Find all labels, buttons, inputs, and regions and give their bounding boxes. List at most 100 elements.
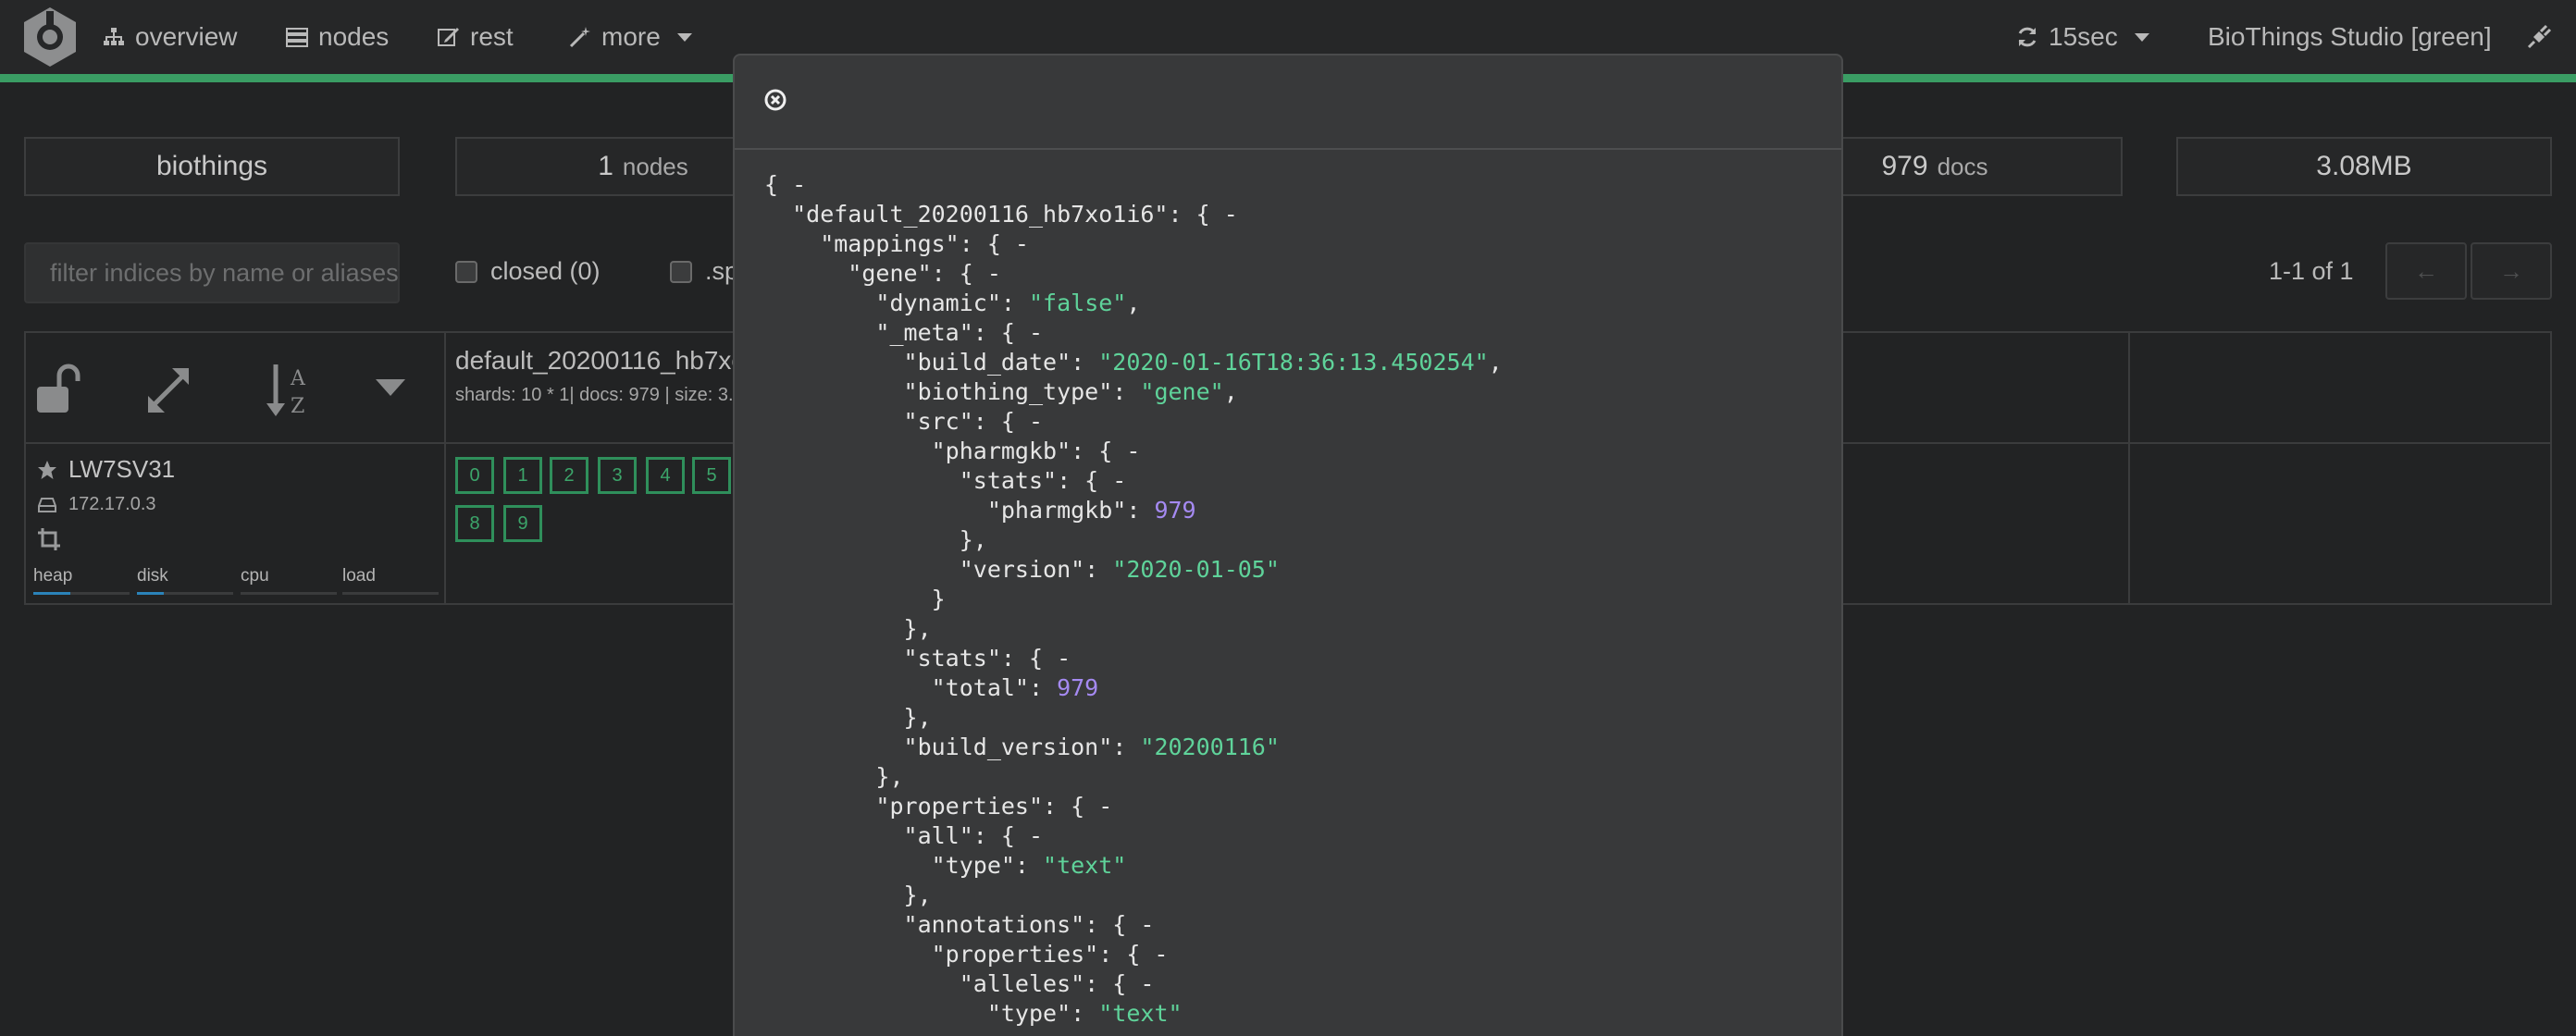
- expand-icon[interactable]: [144, 361, 192, 416]
- json-line: "pharmgkb": 979: [764, 496, 1503, 525]
- json-token: "properties": { -: [764, 941, 1169, 968]
- json-string-value: "text": [1043, 852, 1127, 879]
- size-value: 3.08MB: [2316, 151, 2412, 181]
- node-metric-heap: heap: [33, 566, 130, 595]
- special-indices-toggle[interactable]: .sp: [670, 257, 738, 286]
- json-token: ,: [1223, 378, 1238, 405]
- json-line: "default_20200116_hb7xo1i6": { -: [764, 200, 1503, 229]
- refresh-interval-dropdown[interactable]: 15sec: [2015, 20, 2149, 54]
- node-name-label: LW7SV31: [68, 455, 176, 483]
- filter-indices-input[interactable]: filter indices by name or aliases: [24, 242, 400, 303]
- magic-wand-icon: [569, 27, 590, 48]
- json-line: { -: [764, 170, 1503, 200]
- node-metric-load: load: [342, 566, 439, 595]
- shard-box[interactable]: 3: [598, 457, 637, 494]
- shard-box[interactable]: 9: [503, 505, 542, 542]
- json-line: "_meta": { -: [764, 318, 1503, 348]
- json-line: "type": "text": [764, 851, 1503, 881]
- json-line: },: [764, 762, 1503, 792]
- json-line: "build_date": "2020-01-16T18:36:13.45025…: [764, 348, 1503, 377]
- json-token: "properties": { -: [764, 793, 1113, 820]
- json-line: "version": "2020-01-05": [764, 555, 1503, 585]
- nav-more-dropdown[interactable]: more: [568, 20, 692, 54]
- metric-label: heap: [33, 566, 73, 586]
- metric-bar-fill: [137, 592, 165, 595]
- json-token: "alleles": { -: [764, 970, 1155, 997]
- json-line: "gene": { -: [764, 259, 1503, 289]
- json-string-value: "2020-01-16T18:36:13.450254": [1098, 349, 1489, 376]
- sitemap-icon: [104, 28, 124, 45]
- refresh-interval-label: 15sec: [2049, 22, 2118, 51]
- close-circle-icon[interactable]: [764, 89, 786, 111]
- json-token: "stats": { -: [764, 645, 1071, 672]
- json-token: },: [764, 763, 904, 790]
- nav-rest[interactable]: rest: [437, 20, 514, 54]
- nav-rest-label: rest: [470, 22, 514, 51]
- prev-page-button[interactable]: ←: [2385, 242, 2467, 300]
- json-token: "annotations": { -: [764, 911, 1155, 938]
- index-meta: shards: 10 * 1| docs: 979 | size: 3.0: [455, 385, 744, 405]
- shard-box[interactable]: 0: [455, 457, 494, 494]
- closed-indices-toggle[interactable]: closed (0): [455, 257, 601, 286]
- crop-icon[interactable]: [37, 527, 61, 551]
- json-line: },: [764, 881, 1503, 910]
- json-line: "total": 979: [764, 673, 1503, 703]
- size-box: 3.08MB: [2176, 137, 2552, 196]
- json-line: "annotations": { -: [764, 910, 1503, 940]
- metric-label: load: [342, 566, 376, 586]
- nav-nodes[interactable]: nodes: [285, 20, 389, 54]
- node-ip: 172.17.0.3: [38, 494, 156, 515]
- star-icon: [38, 460, 56, 479]
- json-token: },: [764, 704, 932, 731]
- closed-label: closed (0): [490, 257, 601, 285]
- docs-count-unit: docs: [1937, 152, 1988, 180]
- closed-checkbox[interactable]: [455, 260, 477, 283]
- json-line: "src": { -: [764, 407, 1503, 437]
- node-ip-label: 172.17.0.3: [68, 494, 156, 514]
- index-mapping-modal: { - "default_20200116_hb7xo1i6": { - "ma…: [733, 54, 1843, 1036]
- shard-box[interactable]: 2: [550, 457, 588, 494]
- json-line: "properties": { -: [764, 940, 1503, 969]
- json-token: },: [764, 882, 932, 908]
- special-checkbox[interactable]: [670, 260, 692, 283]
- pagination-info: 1-1 of 1: [2269, 257, 2354, 285]
- json-token: { -: [764, 171, 807, 198]
- edit-icon: [438, 28, 459, 46]
- shard-box[interactable]: 4: [646, 457, 685, 494]
- json-token: ,: [1488, 349, 1503, 376]
- node-name[interactable]: LW7SV31: [38, 455, 176, 484]
- json-token: "biothing_type":: [764, 378, 1141, 405]
- sort-alpha-icon[interactable]: AZ: [263, 361, 315, 420]
- json-line: },: [764, 703, 1503, 733]
- metric-bar: [342, 592, 439, 595]
- metric-label: disk: [137, 566, 168, 586]
- json-line: "dynamic": "false",: [764, 289, 1503, 318]
- json-token: "_meta": { -: [764, 319, 1044, 346]
- shard-box[interactable]: 8: [455, 505, 494, 542]
- nav-more-label: more: [601, 22, 661, 51]
- metric-bar-fill: [33, 592, 70, 595]
- shard-box[interactable]: 5: [692, 457, 731, 494]
- json-token: "build_date":: [764, 349, 1099, 376]
- json-token: }: [764, 586, 946, 612]
- refresh-icon: [2018, 27, 2037, 47]
- shard-box[interactable]: 1: [503, 457, 542, 494]
- node-metric-disk: disk: [137, 566, 233, 595]
- json-mapping-view: { - "default_20200116_hb7xo1i6": { - "ma…: [764, 170, 1503, 1029]
- json-token: "dynamic":: [764, 290, 1029, 316]
- nodes-count-unit: nodes: [622, 152, 688, 180]
- next-page-button[interactable]: →: [2471, 242, 2552, 300]
- json-token: "gene": { -: [764, 260, 1001, 287]
- index-name[interactable]: default_20200116_hb7xo1: [455, 346, 761, 376]
- json-string-value: "gene": [1140, 378, 1224, 405]
- json-string-value: "false": [1028, 290, 1127, 316]
- cluster-name-box: biothings: [24, 137, 400, 196]
- json-token: "stats": { -: [764, 467, 1127, 494]
- cerebro-logo[interactable]: [20, 6, 80, 68]
- nav-overview[interactable]: overview: [102, 20, 237, 54]
- unlock-icon[interactable]: [33, 361, 81, 416]
- json-line: },: [764, 525, 1503, 555]
- json-token: "total":: [764, 674, 1058, 701]
- caret-down-icon[interactable]: [374, 377, 407, 400]
- disconnect-button[interactable]: [2526, 20, 2552, 54]
